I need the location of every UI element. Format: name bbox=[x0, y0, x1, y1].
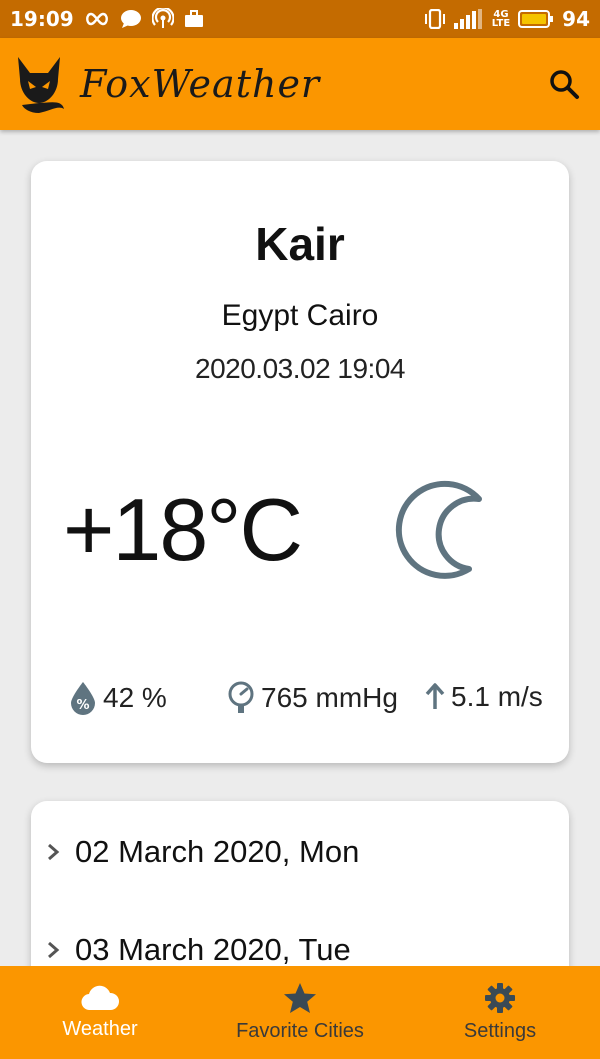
wind-value: 5.1 m/s bbox=[451, 681, 543, 712]
signal-icon bbox=[453, 9, 484, 29]
battery-level: 94 bbox=[562, 7, 590, 31]
search-button[interactable] bbox=[544, 64, 584, 104]
hotspot-icon bbox=[151, 8, 174, 30]
svg-text:%: % bbox=[76, 698, 89, 713]
chevron-right-icon bbox=[48, 843, 60, 861]
arrow-up-icon bbox=[425, 683, 445, 709]
moon-icon bbox=[395, 480, 482, 579]
nav-settings[interactable]: Settings bbox=[400, 966, 600, 1059]
humidity: % 42 % bbox=[69, 681, 167, 715]
nav-weather-label: Weather bbox=[62, 1018, 138, 1040]
weather-metrics: % 42 % 765 mmHg 5.1 m/s bbox=[31, 681, 569, 725]
network-type: 4G LTE bbox=[491, 9, 511, 29]
wind: 5.1 m/s bbox=[425, 681, 543, 713]
forecast-day-item[interactable]: 02 March 2020, Mon bbox=[31, 822, 569, 882]
humidity-value: 42 % bbox=[103, 682, 167, 713]
fox-logo bbox=[18, 57, 64, 113]
infinity-icon bbox=[84, 12, 110, 26]
city-name: Kair bbox=[255, 218, 345, 270]
gear-icon bbox=[485, 983, 515, 1013]
cloud-icon bbox=[81, 985, 120, 1011]
forecast-date: 02 March 2020, Mon bbox=[75, 834, 360, 869]
observation-datetime: 2020.03.02 19:04 bbox=[195, 353, 405, 384]
current-weather-card[interactable]: Kair Egypt Cairo 2020.03.02 19:04 +18°C … bbox=[31, 161, 569, 763]
pressure-value: 765 mmHg bbox=[261, 682, 398, 713]
search-icon bbox=[550, 70, 579, 99]
chevron-right-icon bbox=[48, 941, 60, 959]
battery-icon bbox=[518, 9, 554, 29]
country-city: Egypt Cairo bbox=[221, 299, 379, 332]
gauge-icon bbox=[228, 681, 254, 713]
status-time: 19:09 bbox=[10, 7, 74, 31]
status-bar: 19:09 4G LTE 94 bbox=[0, 0, 600, 38]
app-title: FoxWeather bbox=[80, 62, 321, 106]
pressure: 765 mmHg bbox=[227, 681, 398, 715]
humidity-icon: % bbox=[71, 682, 95, 715]
briefcase-icon bbox=[184, 10, 204, 28]
star-icon bbox=[284, 983, 316, 1013]
message-icon bbox=[120, 9, 142, 29]
nav-weather[interactable]: Weather bbox=[0, 966, 200, 1059]
temperature: +18°C bbox=[63, 480, 303, 579]
app-bar: FoxWeather bbox=[0, 38, 600, 130]
bottom-navigation: Weather Favorite Cities Settings bbox=[0, 966, 600, 1059]
nav-favorite-cities-label: Favorite Cities bbox=[236, 1020, 364, 1042]
forecast-date: 03 March 2020, Tue bbox=[75, 932, 351, 967]
nav-favorite-cities[interactable]: Favorite Cities bbox=[200, 966, 400, 1059]
nav-settings-label: Settings bbox=[463, 1020, 537, 1042]
vibrate-icon bbox=[424, 9, 446, 29]
